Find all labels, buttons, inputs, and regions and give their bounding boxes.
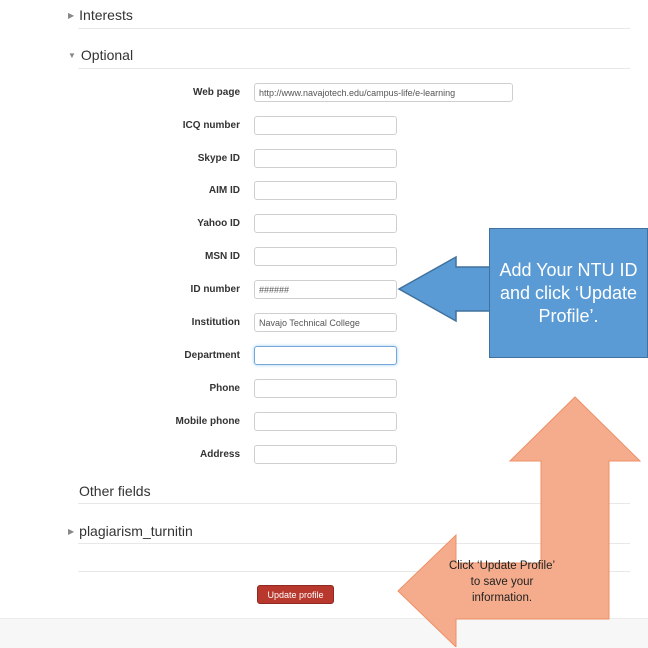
left-arrow-icon <box>397 255 493 323</box>
blue-callout-box: Add Your NTU ID and click ‘Update Profil… <box>489 228 648 358</box>
orange-callout-text: Click ‘Update Profile’ to save your info… <box>432 558 572 606</box>
orange-callout-line: information. <box>471 592 533 604</box>
orange-arrow-icon <box>397 396 642 647</box>
orange-callout-line: to save your <box>470 576 534 588</box>
blue-callout-text: Add Your NTU ID and click ‘Update Profil… <box>499 259 638 326</box>
orange-callout-line: Click ‘Update Profile’ <box>448 560 556 572</box>
